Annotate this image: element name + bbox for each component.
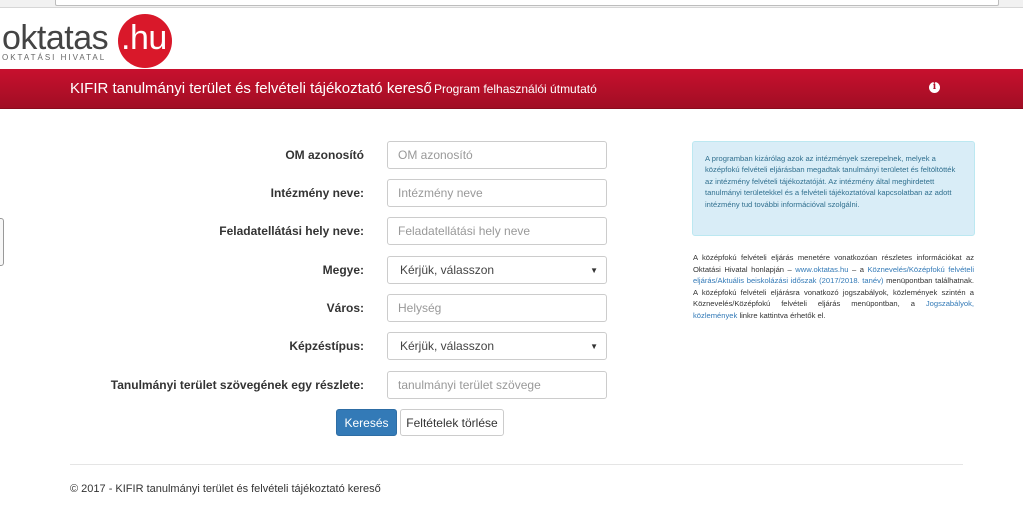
county-label: Megye: bbox=[322, 263, 364, 277]
logo-domain: .hu bbox=[121, 19, 167, 57]
info-alert: A programban kizárólag azok az intézmény… bbox=[692, 141, 975, 236]
footer-divider bbox=[70, 464, 963, 465]
oktatas-link[interactable]: www.oktatas.hu bbox=[795, 265, 848, 274]
text-row: Tanulmányi terület szövegének egy részle… bbox=[0, 371, 620, 399]
chevron-down-icon: ▼ bbox=[590, 341, 598, 351]
county-select[interactable]: Kérjük, válasszon ▼ bbox=[387, 256, 607, 284]
training-label: Képzéstípus: bbox=[289, 339, 364, 353]
logo-subtitle: OKTATÁSI HIVATAL bbox=[2, 53, 107, 62]
site-label: Feladatellátási hely neve: bbox=[219, 224, 364, 238]
training-select[interactable]: Kérjük, válasszon ▼ bbox=[387, 332, 607, 360]
city-label: Város: bbox=[326, 301, 364, 315]
city-input[interactable] bbox=[387, 294, 607, 322]
user-guide-link[interactable]: Program felhasználói útmutató bbox=[434, 82, 597, 96]
procedure-notice: A középfokú felvételi eljárás menetére v… bbox=[693, 252, 974, 321]
site-row: Feladatellátási hely neve: bbox=[0, 217, 620, 245]
text-input[interactable] bbox=[387, 371, 607, 399]
clear-button[interactable]: Feltételek törlése bbox=[400, 409, 504, 436]
notice-text-4: linkre kattintva érhetők el. bbox=[737, 310, 826, 320]
chevron-down-icon: ▼ bbox=[590, 265, 598, 275]
city-row: Város: bbox=[0, 294, 620, 322]
oktatas-logo[interactable]: oktatas .hu OKTATÁSI HIVATAL bbox=[0, 12, 180, 68]
top-navbar: KIFIR tanulmányi terület és felvételi tá… bbox=[0, 69, 1023, 109]
county-row: Megye: Kérjük, válasszon ▼ bbox=[0, 256, 620, 284]
institution-label: Intézmény neve: bbox=[270, 186, 364, 200]
om-row: OM azonosító bbox=[0, 141, 620, 169]
training-row: Képzéstípus: Kérjük, válasszon ▼ bbox=[0, 332, 620, 360]
om-input[interactable] bbox=[387, 141, 607, 169]
institution-input[interactable] bbox=[387, 179, 607, 207]
training-select-value: Kérjük, válasszon bbox=[400, 339, 495, 353]
info-icon[interactable]: i bbox=[929, 82, 940, 93]
footer-text: © 2017 - KIFIR tanulmányi terület és fel… bbox=[70, 483, 381, 495]
search-button[interactable]: Keresés bbox=[336, 409, 397, 436]
navbar-brand[interactable]: KIFIR tanulmányi terület és felvételi tá… bbox=[70, 80, 432, 97]
address-bar[interactable] bbox=[55, 0, 999, 6]
om-label: OM azonosító bbox=[285, 148, 364, 162]
county-select-value: Kérjük, válasszon bbox=[400, 263, 495, 277]
browser-address-strip bbox=[0, 0, 1023, 8]
logo-word: oktatas bbox=[2, 19, 109, 57]
text-label: Tanulmányi terület szövegének egy részle… bbox=[110, 378, 364, 392]
site-input[interactable] bbox=[387, 217, 607, 245]
institution-row: Intézmény neve: bbox=[0, 179, 620, 207]
notice-text-2: – a bbox=[848, 264, 868, 274]
